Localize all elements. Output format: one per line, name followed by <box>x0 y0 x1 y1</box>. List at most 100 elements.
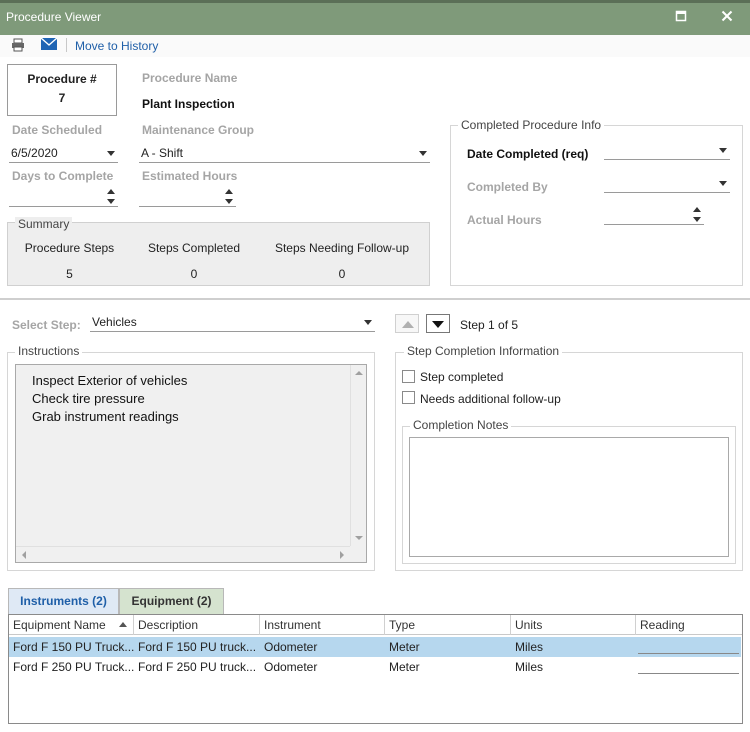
actual-hours-label: Actual Hours <box>467 213 542 227</box>
chevron-down-icon <box>719 148 727 153</box>
estimated-hours-label: Estimated Hours <box>142 169 238 183</box>
table-cell: Ford F 250 PU truck... <box>138 660 257 674</box>
scroll-up-icon[interactable] <box>355 371 363 375</box>
maintenance-group-value: A - Shift <box>141 146 184 160</box>
completed-by-label: Completed By <box>467 180 548 194</box>
table-cell: Miles <box>515 640 544 654</box>
column-header[interactable]: Units <box>511 615 636 635</box>
vertical-scrollbar[interactable] <box>350 365 366 546</box>
summary-steps-completed-value: 0 <box>190 267 198 281</box>
grid-header: Equipment Name Description Instrument Ty… <box>9 615 742 635</box>
scroll-down-icon[interactable] <box>355 536 363 540</box>
spin-up-icon[interactable] <box>225 189 233 194</box>
chevron-down-icon <box>419 151 427 156</box>
scroll-left-icon[interactable] <box>22 551 26 559</box>
tab-instruments[interactable]: Instruments (2) <box>8 588 119 614</box>
spin-down-icon[interactable] <box>225 199 233 204</box>
table-cell: Ford F 150 PU Truck... <box>13 640 134 654</box>
step-completed-checkbox[interactable] <box>402 370 415 383</box>
table-cell: Meter <box>389 640 420 654</box>
select-step-label: Select Step: <box>12 318 81 332</box>
printer-icon[interactable] <box>11 38 27 52</box>
select-step-value: Vehicles <box>92 315 137 329</box>
mail-icon[interactable] <box>40 37 58 52</box>
spin-down-icon[interactable] <box>693 217 701 222</box>
completed-by-select[interactable] <box>604 175 730 193</box>
column-header[interactable]: Equipment Name <box>9 615 134 635</box>
spin-up-icon[interactable] <box>693 207 701 212</box>
window-title: Procedure Viewer <box>6 10 102 24</box>
table-cell: Odometer <box>264 640 318 654</box>
column-header[interactable]: Type <box>385 615 511 635</box>
sort-ascending-icon <box>119 622 127 627</box>
completion-notes-title: Completion Notes <box>410 418 512 432</box>
instruments-grid: Equipment Name Description Instrument Ty… <box>8 614 743 724</box>
instruction-line: Inspect Exterior of vehicles <box>32 373 188 388</box>
completion-notes-textarea[interactable] <box>409 437 729 557</box>
section-divider <box>0 298 750 300</box>
instruction-line: Check tire pressure <box>32 391 145 406</box>
table-cell: Meter <box>389 660 420 674</box>
select-step-dropdown[interactable]: Vehicles <box>90 314 375 332</box>
arrow-down-icon <box>432 321 444 328</box>
date-scheduled-value: 6/5/2020 <box>11 146 58 160</box>
procedure-name-value: Plant Inspection <box>142 97 235 111</box>
spin-up-icon[interactable] <box>107 189 115 194</box>
step-counter: Step 1 of 5 <box>460 318 519 332</box>
table-cell: Ford F 250 PU Truck... <box>13 660 134 674</box>
step-completed-label: Step completed <box>420 370 504 384</box>
next-step-button[interactable] <box>426 314 450 333</box>
date-scheduled-label: Date Scheduled <box>12 123 103 137</box>
actual-hours-spinner[interactable] <box>604 207 704 225</box>
column-header[interactable]: Instrument <box>260 615 385 635</box>
chevron-down-icon <box>719 181 727 186</box>
summary-followup-value: 0 <box>338 267 346 281</box>
title-bar <box>0 0 750 35</box>
chevron-down-icon <box>364 320 372 325</box>
date-completed-picker[interactable] <box>604 142 730 160</box>
table-row[interactable]: Ford F 150 PU Truck... Ford F 150 PU tru… <box>9 637 741 657</box>
horizontal-scrollbar[interactable] <box>16 546 350 562</box>
summary-procedure-steps-label: Procedure Steps <box>24 241 115 255</box>
toolbar-divider <box>66 38 67 52</box>
previous-step-button[interactable] <box>395 314 419 333</box>
arrow-up-icon <box>402 321 414 328</box>
chevron-down-icon <box>107 151 115 156</box>
instruction-line: Grab instrument readings <box>32 409 179 424</box>
close-icon[interactable] <box>717 9 737 25</box>
column-header[interactable]: Description <box>134 615 260 635</box>
maximize-icon[interactable] <box>671 9 691 25</box>
table-cell: Miles <box>515 660 544 674</box>
procedure-name-label: Procedure Name <box>142 71 238 85</box>
date-scheduled-picker[interactable]: 6/5/2020 <box>9 145 118 163</box>
reading-input[interactable] <box>638 657 739 674</box>
spin-down-icon[interactable] <box>107 199 115 204</box>
reading-input[interactable] <box>638 637 739 654</box>
days-to-complete-spinner[interactable] <box>9 189 118 207</box>
procedure-number-label: Procedure # <box>27 72 97 86</box>
needs-followup-checkbox[interactable] <box>402 391 415 404</box>
needs-followup-label: Needs additional follow-up <box>420 392 561 406</box>
title-strip <box>0 0 750 3</box>
scroll-right-icon[interactable] <box>340 551 344 559</box>
step-completion-title: Step Completion Information <box>404 344 563 358</box>
summary-steps-completed-label: Steps Completed <box>147 241 241 255</box>
maintenance-group-label: Maintenance Group <box>142 123 255 137</box>
summary-procedure-steps-value: 5 <box>66 267 73 281</box>
procedure-number-box: Procedure # 7 <box>7 64 117 116</box>
completed-info-title: Completed Procedure Info <box>458 118 605 132</box>
summary-title: Summary <box>15 217 73 231</box>
table-cell: Ford F 150 PU truck... <box>138 640 257 654</box>
column-header-label: Equipment Name <box>13 618 106 632</box>
table-row[interactable]: Ford F 250 PU Truck... Ford F 250 PU tru… <box>9 657 741 677</box>
maintenance-group-select[interactable]: A - Shift <box>139 145 430 163</box>
instructions-title: Instructions <box>15 344 83 358</box>
table-cell: Odometer <box>264 660 318 674</box>
estimated-hours-spinner[interactable] <box>139 189 236 207</box>
column-header[interactable]: Reading <box>636 615 742 635</box>
date-completed-label: Date Completed (req) <box>467 147 589 161</box>
instructions-textarea[interactable]: Inspect Exterior of vehicles Check tire … <box>15 364 367 563</box>
procedure-number-value: 7 <box>58 91 66 105</box>
tab-equipment[interactable]: Equipment (2) <box>119 588 224 614</box>
move-to-history-link[interactable]: Move to History <box>75 39 158 53</box>
